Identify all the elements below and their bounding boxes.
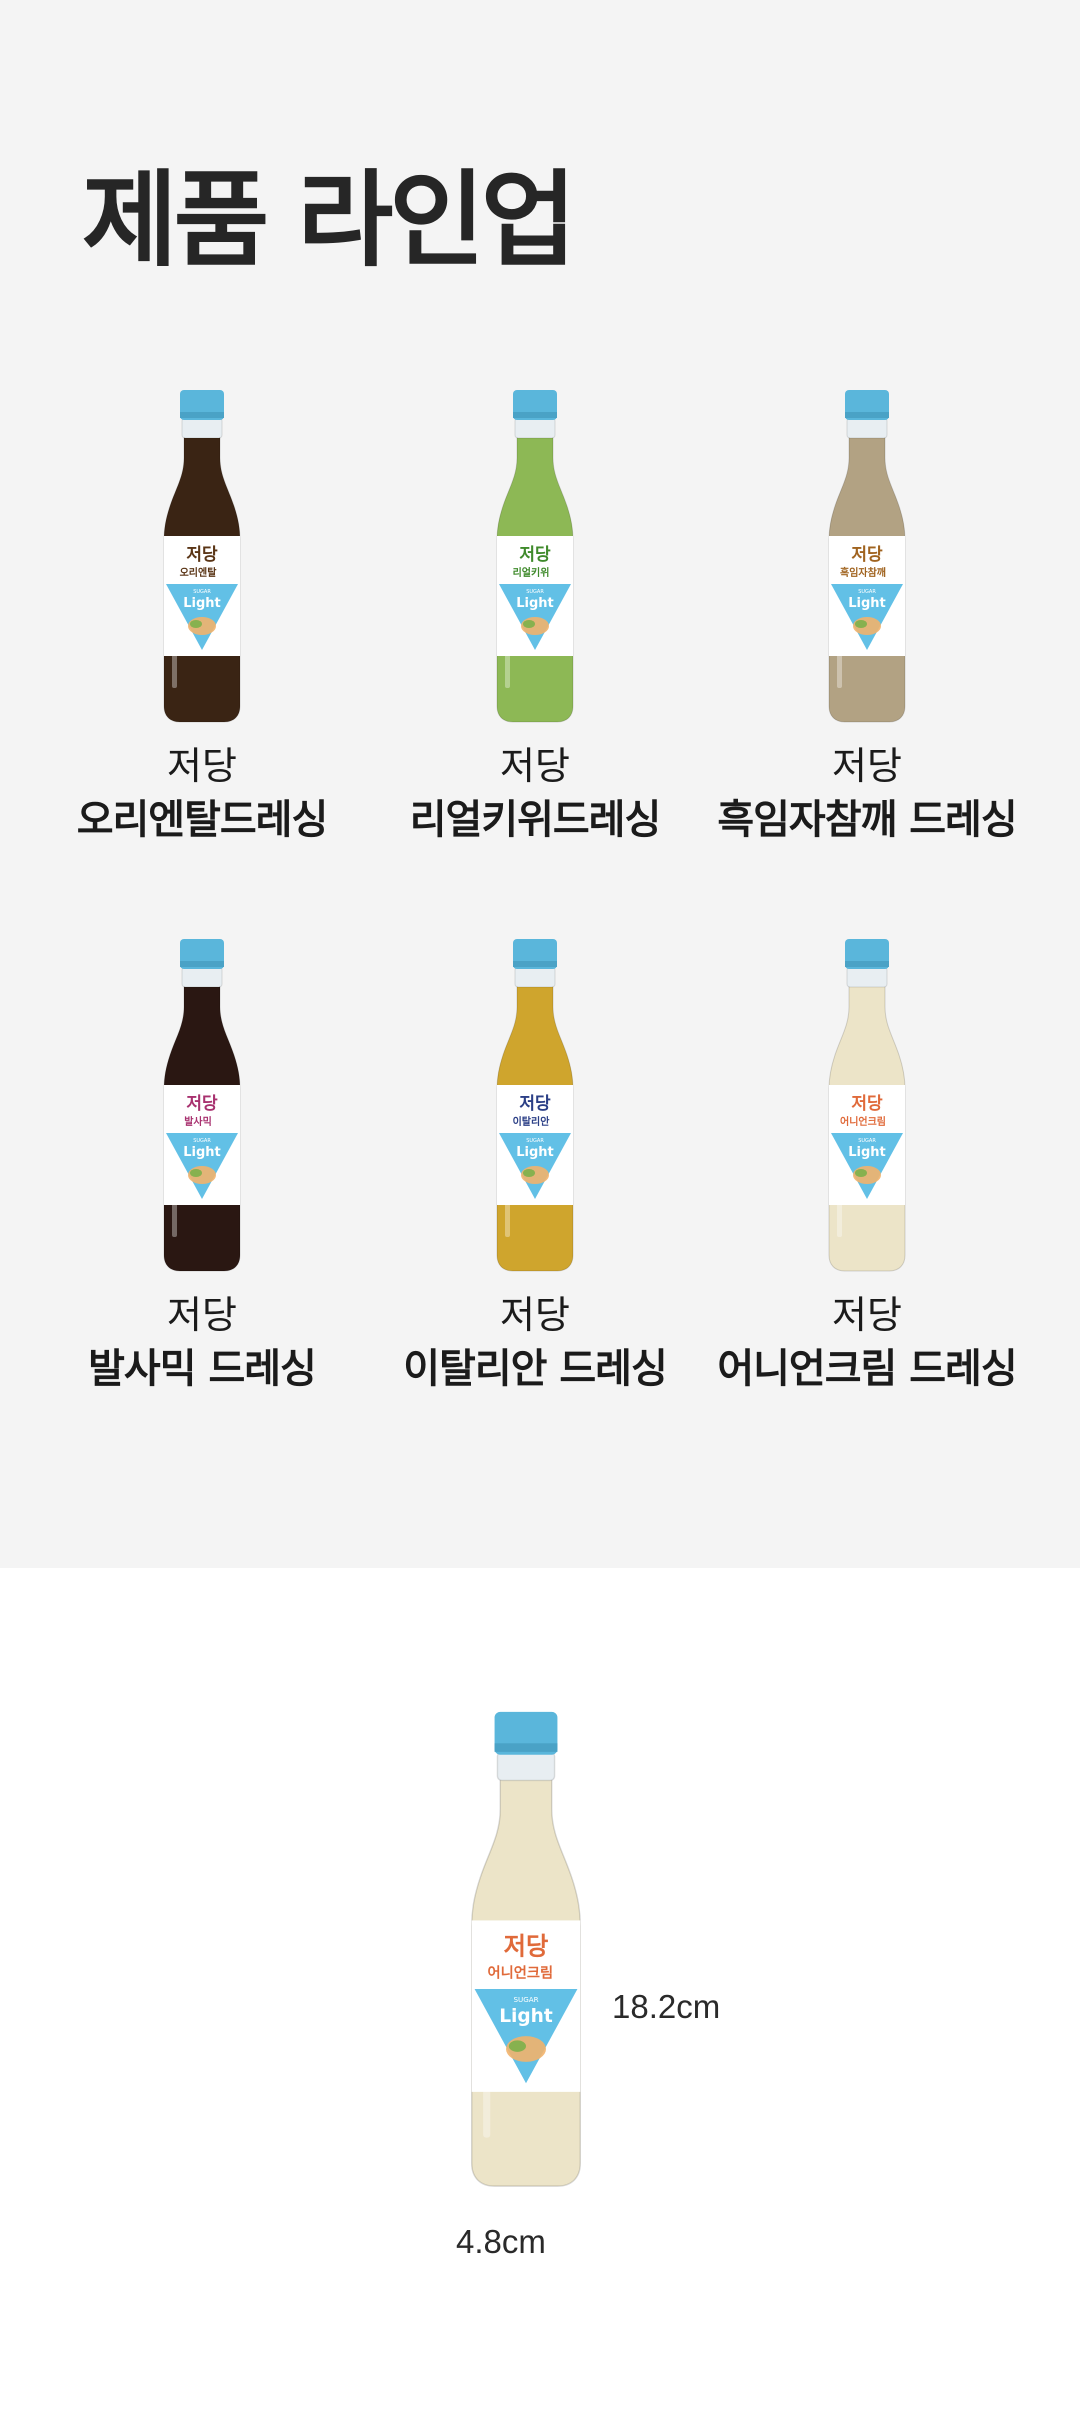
product-name: 발사믹 드레싱 (88, 1346, 317, 1392)
product-name: 이탈리안 드레싱 (403, 1346, 668, 1392)
label-flavor: 어니언크림 (840, 1115, 886, 1128)
dressing-bottle-icon: 저당발사믹 SUGARLight (163, 939, 241, 1272)
label-title: 저당 (519, 545, 551, 565)
label-light-text: Light (516, 1145, 554, 1160)
product-name-prefix: 저당 (832, 744, 902, 788)
bottle-cap-ring (845, 961, 889, 967)
label-light-text: Light (183, 596, 221, 611)
dressing-bottle-icon: 저당리얼키위 SUGARLight (496, 390, 574, 723)
size-info-section: 저당어니언크림 SUGAR Light 18.2cm 4.8cm (0, 1568, 1080, 2415)
product-name-prefix: 저당 (500, 744, 570, 788)
label-sugar-text: SUGAR (193, 1138, 211, 1144)
product-caption: 저당 리얼키위드레싱 (355, 740, 715, 848)
label-flavor: 흑임자참깨 (840, 566, 886, 579)
label-sugar-text: SUGAR (526, 589, 544, 595)
label-flavor: 발사믹 (184, 1115, 212, 1128)
bottle-cap-ring (494, 1743, 558, 1752)
label-food-garnish (508, 2040, 526, 2052)
label-food-garnish (855, 1169, 867, 1177)
bottle-neck (181, 417, 223, 439)
height-dimension-label: 18.2cm (612, 1988, 721, 2025)
dressing-bottle-icon: 저당이탈리안 SUGARLight (496, 939, 574, 1272)
product-name-prefix: 저당 (167, 1293, 237, 1337)
label-light-text: Light (499, 2006, 553, 2027)
label-light-text: Light (848, 596, 886, 611)
label-light-text: Light (848, 1145, 886, 1160)
label-food-garnish (190, 1169, 202, 1177)
label-title: 저당 (186, 1094, 218, 1114)
bottle-neck (846, 417, 888, 439)
label-food-garnish (523, 620, 535, 628)
label-sugar-text: SUGAR (526, 1138, 544, 1144)
product-name: 흑임자참깨 드레싱 (717, 797, 1017, 843)
label-light-text: Light (183, 1145, 221, 1160)
label-sugar-text: SUGAR (193, 589, 211, 595)
product-card-kiwi: 저당 리얼키위 SUGAR Light 저당 리얼키위드레싱 (355, 388, 715, 858)
product-name: 어니언크림 드레싱 (717, 1346, 1017, 1392)
product-caption: 저당 흑임자참깨 드레싱 (687, 740, 1047, 848)
label-sugar-text: SUGAR (858, 589, 876, 595)
product-card-oriental: 저당 오리엔탈 SUGAR Light 저당 오리엔탈드레싱 (22, 388, 382, 858)
label-flavor: 이탈리안 (513, 1115, 551, 1128)
label-flavor: 리얼키위 (513, 566, 550, 579)
label-title: 저당 (851, 545, 883, 565)
product-name: 리얼키위드레싱 (409, 797, 662, 843)
label-food-garnish (523, 1169, 535, 1177)
product-card-sesame: 저당 흑임자참깨 SUGAR Light 저당 흑임자참깨 드레싱 (687, 388, 1047, 858)
dressing-bottle-icon: 저당어니언크림 SUGARLight (828, 939, 906, 1272)
page-title: 제품 라인업 (82, 159, 577, 281)
label-title: 저당 (851, 1094, 883, 1114)
label-title: 저당 (186, 545, 218, 565)
product-name-prefix: 저당 (832, 1293, 902, 1337)
label-title: 저당 (504, 1932, 549, 1961)
product-name-prefix: 저당 (500, 1293, 570, 1337)
label-food-garnish (855, 620, 867, 628)
product-caption: 저당 이탈리안 드레싱 (355, 1289, 715, 1397)
product-caption: 저당 발사믹 드레싱 (22, 1289, 382, 1397)
bottle-cap-ring (513, 961, 557, 967)
product-name: 오리엔탈드레싱 (76, 797, 329, 843)
label-light-text: Light (516, 596, 554, 611)
dressing-bottle-icon: 저당흑임자참깨 SUGARLight (828, 390, 906, 723)
label-food-garnish (190, 620, 202, 628)
bottle-cap-ring (513, 412, 557, 418)
product-card-italian: 저당 이탈리안 SUGAR Light 저당 이탈리안 드레싱 (355, 937, 715, 1407)
bottle-neck (181, 966, 223, 988)
product-caption: 저당 오리엔탈드레싱 (22, 740, 382, 848)
dressing-bottle-icon: 저당어니언크림 SUGAR Light (471, 1711, 581, 2187)
bottle-cap-ring (180, 412, 224, 418)
label-sugar-text: SUGAR (858, 1138, 876, 1144)
dressing-bottle-icon: 저당오리엔탈 SUGARLight (163, 390, 241, 723)
product-name-prefix: 저당 (167, 744, 237, 788)
label-sugar-text: SUGAR (513, 1995, 538, 2004)
label-flavor: 어니언크림 (487, 1964, 553, 1982)
bottle-cap-ring (845, 412, 889, 418)
label-title: 저당 (519, 1094, 551, 1114)
product-card-balsamic: 저당 발사믹 SUGAR Light 저당 발사믹 드레싱 (22, 937, 382, 1407)
bottle-neck (514, 417, 556, 439)
width-dimension-label: 4.8cm (456, 2223, 546, 2260)
product-card-onion-cream: 저당 어니언크림 SUGAR Light 저당 어니언크림 드레싱 (687, 937, 1047, 1407)
bottle-cap-ring (180, 961, 224, 967)
product-caption: 저당 어니언크림 드레싱 (687, 1289, 1047, 1397)
label-flavor: 오리엔탈 (180, 566, 218, 579)
bottle-neck (496, 1751, 556, 1782)
bottle-neck (846, 966, 888, 988)
bottle-neck (514, 966, 556, 988)
product-lineup-section: 제품 라인업 저당 오리엔탈 SUGAR Light 저당 오리엔탈드레싱 저당 리얼키… (0, 0, 1080, 1568)
